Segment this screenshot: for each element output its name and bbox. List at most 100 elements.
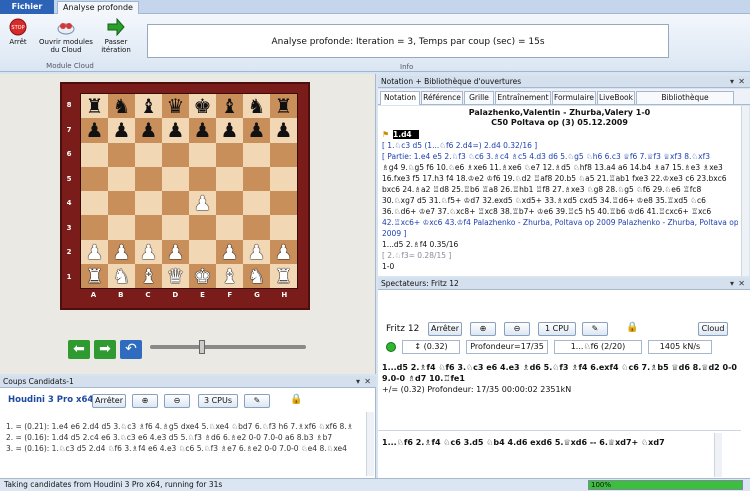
board-square-f3[interactable] <box>216 215 243 240</box>
white-knight-icon[interactable]: ♞ <box>248 266 266 286</box>
black-pawn-icon[interactable]: ♟ <box>194 120 212 140</box>
board-square-a3[interactable] <box>81 215 108 240</box>
board-square-d1[interactable]: ♛ <box>162 263 189 288</box>
black-pawn-icon[interactable]: ♟ <box>221 120 239 140</box>
board-square-h6[interactable] <box>270 142 297 167</box>
board-square-b6[interactable] <box>108 142 135 167</box>
open-cloud-modules-button[interactable]: Ouvrir modules du Cloud <box>36 16 96 60</box>
board-square-h1[interactable]: ♜ <box>270 263 297 288</box>
black-rook-icon[interactable]: ♜ <box>275 96 293 116</box>
white-king-icon[interactable]: ♚ <box>194 266 212 286</box>
board-square-c6[interactable] <box>135 142 162 167</box>
candidates-stop-button[interactable]: Arrêter <box>92 394 126 408</box>
white-rook-icon[interactable]: ♜ <box>86 266 104 286</box>
board-square-e8[interactable]: ♚ <box>189 94 216 119</box>
board-square-e3[interactable] <box>189 215 216 240</box>
white-pawn-icon[interactable]: ♟ <box>167 242 185 262</box>
stop-button[interactable]: STOP Arrêt <box>4 16 32 60</box>
board-square-c5[interactable] <box>135 166 162 191</box>
pin-icon[interactable]: ▾ <box>356 376 360 388</box>
chess-board[interactable]: ♜ ♞ ♝ ♛ ♚ ♝ ♞ ♜ ♟ ♟ ♟ ♟ ♟ ♟ ♟ ♟ ♟ ♟ ♟ ♟ ♟ ♟ ♟ ♟ ♜ ♞ ♝ ♛ ♚ ♝ ♞ ♜ <box>80 93 298 289</box>
board-square-c7[interactable]: ♟ <box>135 118 162 143</box>
board-square-h8[interactable]: ♜ <box>270 94 297 119</box>
board-square-b4[interactable] <box>108 191 135 216</box>
white-pawn-icon[interactable]: ♟ <box>86 242 104 262</box>
board-square-f4[interactable] <box>216 191 243 216</box>
white-bishop-icon[interactable]: ♝ <box>221 266 239 286</box>
board-square-a2[interactable]: ♟ <box>81 239 108 264</box>
black-pawn-icon[interactable]: ♟ <box>275 120 293 140</box>
next-iteration-button[interactable]: Passer itération <box>100 16 132 60</box>
board-square-g2[interactable]: ♟ <box>243 239 270 264</box>
move-slider-track[interactable] <box>150 345 306 349</box>
board-square-b7[interactable]: ♟ <box>108 118 135 143</box>
white-pawn-icon[interactable]: ♟ <box>248 242 266 262</box>
tab-grid[interactable]: Grille <box>464 91 494 105</box>
candidates-cpu-button[interactable]: 3 CPUs <box>198 394 238 408</box>
black-knight-icon[interactable]: ♞ <box>248 96 266 116</box>
candidates-edit-button[interactable]: ✎ <box>244 394 270 408</box>
board-square-h2[interactable]: ♟ <box>270 239 297 264</box>
next-move-button[interactable]: ➡ <box>94 340 116 359</box>
board-square-b1[interactable]: ♞ <box>108 263 135 288</box>
board-square-g4[interactable] <box>243 191 270 216</box>
black-knight-icon[interactable]: ♞ <box>113 96 131 116</box>
variation-2[interactable]: [ 2.♘f3= 0.28/15 ] <box>382 251 738 260</box>
board-square-d3[interactable] <box>162 215 189 240</box>
board-square-b2[interactable]: ♟ <box>108 239 135 264</box>
black-pawn-icon[interactable]: ♟ <box>167 120 185 140</box>
close-icon[interactable]: ✕ <box>738 76 745 88</box>
board-square-f5[interactable] <box>216 166 243 191</box>
board-square-c3[interactable] <box>135 215 162 240</box>
board-square-h7[interactable]: ♟ <box>270 118 297 143</box>
close-icon[interactable]: ✕ <box>738 278 745 290</box>
board-square-d2[interactable]: ♟ <box>162 239 189 264</box>
black-pawn-icon[interactable]: ♟ <box>113 120 131 140</box>
current-move[interactable]: 1.d4 <box>393 130 419 139</box>
notation-scrollbar[interactable] <box>741 106 749 276</box>
board-square-d5[interactable] <box>162 166 189 191</box>
board-square-a6[interactable] <box>81 142 108 167</box>
board-square-g5[interactable] <box>243 166 270 191</box>
lock-icon[interactable]: 🔒 <box>626 322 638 333</box>
variation-1[interactable]: [ 1.♘c3 d5 (1...♘f6 2.d4=) 2.d4 0.32/16 … <box>382 141 738 150</box>
tab-file[interactable]: Fichier <box>0 0 54 14</box>
spectator-remove-line-button[interactable]: ⊖ <box>504 322 530 336</box>
white-rook-icon[interactable]: ♜ <box>275 266 293 286</box>
black-king-icon[interactable]: ♚ <box>194 96 212 116</box>
tab-opening-book[interactable]: Bibliothèque d'ouvertures <box>636 91 734 114</box>
undo-button[interactable]: ↶ <box>120 340 142 359</box>
spectator-stop-button[interactable]: Arrêter <box>428 322 462 336</box>
board-square-e6[interactable] <box>189 142 216 167</box>
cloud-button[interactable]: Cloud <box>698 322 728 336</box>
board-square-g3[interactable] <box>243 215 270 240</box>
board-square-c2[interactable]: ♟ <box>135 239 162 264</box>
board-square-b3[interactable] <box>108 215 135 240</box>
spectator-add-line-button[interactable]: ⊕ <box>470 322 496 336</box>
board-square-f6[interactable] <box>216 142 243 167</box>
board-square-g6[interactable] <box>243 142 270 167</box>
close-icon[interactable]: ✕ <box>364 376 371 388</box>
white-pawn-icon[interactable]: ♟ <box>140 242 158 262</box>
board-square-f1[interactable]: ♝ <box>216 263 243 288</box>
black-pawn-icon[interactable]: ♟ <box>248 120 266 140</box>
board-square-d8[interactable]: ♛ <box>162 94 189 119</box>
spectator-scrollbar[interactable] <box>714 433 722 477</box>
main-move-line[interactable]: 1...d5 2.♗f4 0.35/16 <box>382 240 738 249</box>
white-pawn-icon[interactable]: ♟ <box>113 242 131 262</box>
tab-reference[interactable]: Référence <box>421 91 463 105</box>
board-square-a1[interactable]: ♜ <box>81 263 108 288</box>
tab-form[interactable]: Formulaire <box>552 91 596 105</box>
candidates-add-line-button[interactable]: ⊕ <box>132 394 158 408</box>
white-bishop-icon[interactable]: ♝ <box>140 266 158 286</box>
white-knight-icon[interactable]: ♞ <box>113 266 131 286</box>
tab-training[interactable]: Entraînement <box>495 91 551 105</box>
black-rook-icon[interactable]: ♜ <box>86 96 104 116</box>
board-square-f8[interactable]: ♝ <box>216 94 243 119</box>
board-square-b5[interactable] <box>108 166 135 191</box>
board-square-e1[interactable]: ♚ <box>189 263 216 288</box>
candidates-scrollbar[interactable] <box>366 412 374 476</box>
spectator-cpu-button[interactable]: 1 CPU <box>538 322 576 336</box>
board-square-e4[interactable]: ♟ <box>189 191 216 216</box>
board-square-h5[interactable] <box>270 166 297 191</box>
